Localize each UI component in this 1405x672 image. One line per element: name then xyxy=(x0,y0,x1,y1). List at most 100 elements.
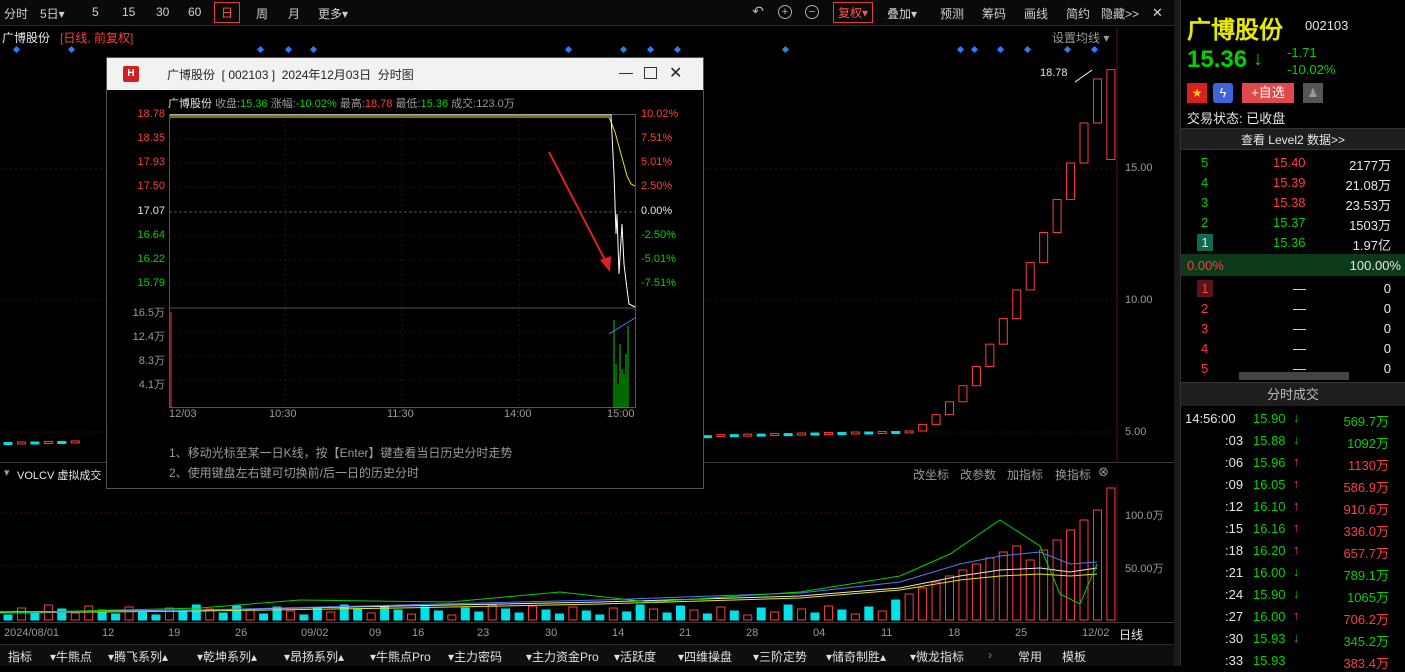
volume-bar xyxy=(178,611,188,621)
event-markers[interactable] xyxy=(12,45,1099,54)
popup-close-icon[interactable]: ✕ xyxy=(669,63,682,83)
buy-volume: 0 xyxy=(1383,301,1391,316)
trades-list[interactable]: 14:56:00 15.90 ↓ 569.7万 :03 15.88 ↓ 1092万 :06 1… xyxy=(1181,408,1405,671)
collapse-icon[interactable]: ▾ xyxy=(4,466,10,479)
undo-icon[interactable]: ↶ xyxy=(751,4,765,19)
trade-time: :09 xyxy=(1225,477,1244,492)
tab-5min[interactable]: 5 xyxy=(92,5,99,19)
more-menu[interactable]: 更多▾ xyxy=(318,5,348,22)
trade-time: :18 xyxy=(1225,543,1244,558)
volume-bar xyxy=(918,587,928,621)
simple-button[interactable]: 简约 xyxy=(1066,5,1090,22)
trade-direction-icon: ↓ xyxy=(1293,586,1300,601)
forecast-button[interactable]: 预测 xyxy=(940,5,964,22)
chart-toolbar: 分时 5日▾ 5 15 30 60 日 周 月 更多▾ ↶ + − 复权▾ 叠加… xyxy=(0,0,1174,26)
tab-siwei[interactable]: ▾四维操盘 xyxy=(678,648,732,665)
tab-angyang[interactable]: ▾昂扬系列▴ xyxy=(284,648,344,665)
tab-sanjie[interactable]: ▾三阶定势 xyxy=(753,648,807,665)
sell-level: 2 xyxy=(1201,215,1209,230)
volume-bar xyxy=(608,607,618,621)
trade-direction-icon: ↓ xyxy=(1293,630,1300,645)
tab-5day[interactable]: 5日▾ xyxy=(40,5,65,22)
date-label: 26 xyxy=(235,627,248,639)
tab-niuxiong-pro[interactable]: ▾牛熊点Pro xyxy=(370,648,431,665)
candlestick xyxy=(998,318,1008,345)
tab-huoyuedu[interactable]: ▾活跃度 xyxy=(614,648,656,665)
price-axis-10: 10.00 xyxy=(1125,294,1153,306)
change-axis-button[interactable]: 改坐标 xyxy=(913,466,949,483)
volume-bar xyxy=(353,608,363,621)
switch-indicator-button[interactable]: 换指标 xyxy=(1055,466,1091,483)
add-watchlist-button[interactable]: +自选 xyxy=(1242,83,1294,103)
volume-bar xyxy=(783,604,793,621)
draw-button[interactable]: 画线 xyxy=(1024,5,1048,22)
tab-zhuli-zijin-pro[interactable]: ▾主力资金Pro xyxy=(526,648,599,665)
zoom-in-icon[interactable]: + xyxy=(778,5,792,19)
tab-daily[interactable]: 日 xyxy=(214,2,241,23)
user-icon[interactable]: ♟ xyxy=(1303,83,1323,103)
maximize-icon[interactable] xyxy=(644,67,657,79)
tab-common[interactable]: 常用 xyxy=(1018,648,1042,665)
tab-weekly[interactable]: 周 xyxy=(256,5,268,22)
date-label: 21 xyxy=(679,627,692,639)
lightning-icon[interactable]: ϟ xyxy=(1213,83,1233,103)
close-panel-icon[interactable]: ⊗ xyxy=(1098,464,1109,480)
hide-button[interactable]: 隐藏>> xyxy=(1101,5,1139,22)
date-label: 12 xyxy=(102,627,115,639)
orderbook-resize-handle[interactable] xyxy=(1239,372,1349,380)
overlay-menu[interactable]: 叠加▾ xyxy=(887,5,917,22)
volume-bar xyxy=(16,607,26,621)
minimize-icon[interactable]: — xyxy=(619,64,633,80)
tab-template[interactable]: 模板 xyxy=(1062,648,1086,665)
volume-bar xyxy=(514,612,524,621)
volume-bar xyxy=(528,605,538,621)
buy-level: 2 xyxy=(1201,301,1209,316)
candlestick xyxy=(1025,262,1035,291)
tab-15min[interactable]: 15 xyxy=(122,5,135,19)
tab-tengfei[interactable]: ▾腾飞系列▴ xyxy=(108,648,168,665)
tab-zhuli-mima[interactable]: ▾主力密码 xyxy=(448,648,502,665)
tab-monthly[interactable]: 月 xyxy=(288,5,300,22)
tab-qiankun[interactable]: ▾乾坤系列▴ xyxy=(197,648,257,665)
buy-volume: 0 xyxy=(1383,361,1391,376)
date-label: 04 xyxy=(813,627,826,639)
vol-tick: 12.4万 xyxy=(132,331,165,343)
volume-bar xyxy=(366,612,376,621)
tab-chuqi[interactable]: ▾储奇制胜▴ xyxy=(826,648,886,665)
info-change-value: -10.02% xyxy=(295,98,337,110)
level2-link[interactable]: 查看 Level2 数据>> xyxy=(1181,128,1405,150)
chips-button[interactable]: 筹码 xyxy=(982,5,1006,22)
adjust-menu[interactable]: 复权▾ xyxy=(833,2,874,23)
trade-price: 16.10 xyxy=(1253,499,1286,514)
add-indicator-button[interactable]: 加指标 xyxy=(1007,466,1043,483)
vol-tick: 16.5万 xyxy=(132,307,165,319)
tab-niuxiongdian[interactable]: ▾牛熊点 xyxy=(50,648,92,665)
trade-direction-icon: ↓ xyxy=(1293,564,1300,579)
tab-indicator[interactable]: 指标 xyxy=(8,648,32,665)
buy-volume: 0 xyxy=(1383,321,1391,336)
volume-bar xyxy=(70,612,80,621)
change-params-button[interactable]: 改参数 xyxy=(960,466,996,483)
volume-bar xyxy=(662,612,672,621)
tab-60min[interactable]: 60 xyxy=(188,5,201,19)
volume-bar xyxy=(447,614,457,621)
intraday-popup[interactable]: H 广博股份 [ 002103 ] 2024年12月03日 分时图 — ✕ 广博… xyxy=(106,57,704,489)
tab-weilong[interactable]: ▾微龙指标 xyxy=(910,648,964,665)
volume-bar xyxy=(797,608,807,621)
popup-titlebar[interactable]: H 广博股份 [ 002103 ] 2024年12月03日 分时图 — ✕ xyxy=(107,58,703,90)
volume-bar xyxy=(433,610,443,621)
trade-volume: 910.6万 xyxy=(1343,502,1389,517)
trade-direction-icon: ↓ xyxy=(1293,432,1300,447)
candlestick xyxy=(891,430,901,434)
tab-30min[interactable]: 30 xyxy=(156,5,169,19)
tab-intraday[interactable]: 分时 xyxy=(4,5,28,22)
china-flag-icon[interactable]: ★ xyxy=(1187,83,1207,103)
price-tick: 17.07 xyxy=(137,205,165,217)
zoom-out-icon[interactable]: − xyxy=(805,5,819,19)
close-icon[interactable]: ✕ xyxy=(1152,5,1163,21)
volume-bar xyxy=(259,613,269,621)
scroll-right-icon[interactable]: › xyxy=(988,648,992,662)
volume-chart[interactable] xyxy=(0,484,1174,622)
buy-level: 5 xyxy=(1201,361,1209,376)
popup-intraday-chart[interactable] xyxy=(169,114,637,410)
